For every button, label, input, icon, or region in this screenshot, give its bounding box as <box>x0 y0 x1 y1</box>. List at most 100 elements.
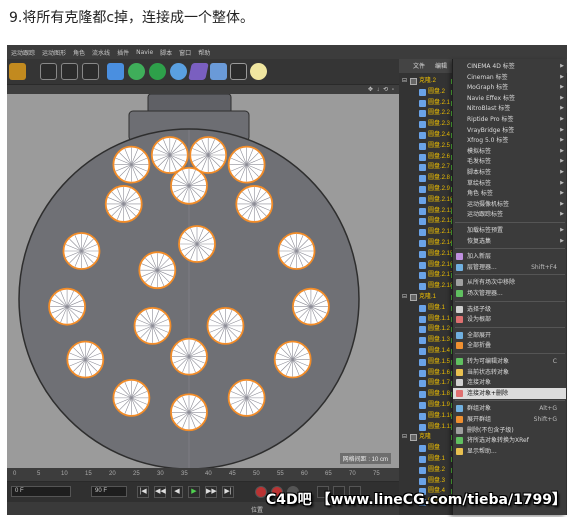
collapse-icon[interactable]: ⊟ <box>402 433 407 442</box>
context-menu-item[interactable]: Xfrog 5.0 标签 ▶ <box>453 135 566 146</box>
object-row-disc[interactable]: 圆盘.2.12 <box>399 217 459 226</box>
clone-disc[interactable] <box>112 145 151 184</box>
clone-disc[interactable] <box>292 287 330 326</box>
object-row-disc[interactable]: 圆盘.2.13 <box>399 228 459 237</box>
context-menu-item[interactable]: 选择子级 <box>453 304 566 315</box>
clone-disc[interactable] <box>189 136 228 174</box>
context-menu-item[interactable]: 将所选对象转换为XRef <box>453 435 566 446</box>
clone-disc[interactable] <box>66 340 105 379</box>
context-menu-item[interactable]: CINEMA 4D 标签 ▶ <box>453 61 566 72</box>
object-row-disc[interactable]: 圆盘.1.5 <box>399 358 459 367</box>
menu-item[interactable]: 流水线 <box>92 48 110 57</box>
object-row-disc[interactable]: 圆盘.1.7 <box>399 379 459 388</box>
context-menu-item[interactable]: 恢复选集 ▶ <box>453 236 566 247</box>
cube-icon[interactable] <box>107 63 124 80</box>
transport-button[interactable]: |◀ <box>137 486 149 498</box>
object-row-disc[interactable]: 圆盘.2.4 <box>399 131 459 140</box>
tab-file[interactable]: 文件 <box>413 61 425 70</box>
clone-disc[interactable] <box>104 185 143 223</box>
film-icon[interactable] <box>40 63 57 80</box>
context-menu-item[interactable]: 层管理器... Shift+F4 <box>453 262 566 273</box>
object-row-disc[interactable]: 圆盘.1.1 <box>399 315 459 324</box>
menu-item[interactable]: 脚本 <box>160 48 172 57</box>
clone-disc[interactable] <box>235 185 274 223</box>
context-menu-item[interactable]: 角色 标签 ▶ <box>453 188 566 199</box>
clone-disc[interactable] <box>170 166 208 205</box>
collapse-icon[interactable]: ⊟ <box>402 293 407 302</box>
clone-disc[interactable] <box>112 378 151 417</box>
object-row-disc[interactable]: 圆盘.1.6 <box>399 369 459 378</box>
object-row-disc[interactable]: 圆盘.1.10 <box>399 412 459 421</box>
context-menu-item[interactable]: 删除(不包含子级) <box>453 425 566 436</box>
object-row-disc[interactable]: 圆盘.1.2 <box>399 325 459 334</box>
menu-item-connect-delete[interactable]: 连接对象+删除 <box>453 387 566 399</box>
menu-item[interactable]: 帮助 <box>198 48 210 57</box>
light-icon[interactable] <box>250 63 267 80</box>
clone-disc[interactable] <box>277 232 316 270</box>
context-menu-item[interactable]: 加载标签预置 ▶ <box>453 225 566 236</box>
object-row-disc[interactable]: 圆盘.2.3 <box>399 120 459 129</box>
clone-disc[interactable] <box>62 232 101 270</box>
collapse-icon[interactable]: ⊟ <box>402 77 407 86</box>
context-menu-item[interactable]: 模拟标签 ▶ <box>453 146 566 157</box>
transport-button[interactable]: ▶| <box>222 486 234 498</box>
context-menu-item[interactable]: 运动摄像机标签 ▶ <box>453 199 566 210</box>
object-row-cloner[interactable]: ⊟ 克隆.2 <box>399 77 459 86</box>
context-menu-item[interactable]: 加入新层 <box>453 251 566 262</box>
object-row-disc[interactable]: 圆盘.2.5 <box>399 142 459 151</box>
context-menu-item[interactable]: Navie Effex 标签 ▶ <box>453 93 566 104</box>
menu-item[interactable]: 运动图形 <box>42 48 66 57</box>
context-menu-item[interactable]: MoGraph 标签 ▶ <box>453 82 566 93</box>
film-settings-icon[interactable] <box>82 63 99 80</box>
clone-disc[interactable] <box>227 145 266 184</box>
menu-item[interactable]: 角色 <box>73 48 85 57</box>
clone-disc[interactable] <box>138 251 177 290</box>
menu-item[interactable]: Navie <box>136 49 153 56</box>
menu-item[interactable]: 运动跟踪 <box>11 48 35 57</box>
object-row-disc[interactable]: 圆盘.2.14 <box>399 239 459 248</box>
context-menu-item[interactable]: 草绘标签 ▶ <box>453 178 566 189</box>
object-row-disc[interactable]: 圆盘 <box>399 444 459 453</box>
context-menu-item[interactable]: 全部展开 <box>453 330 566 341</box>
undo-icon[interactable] <box>9 63 26 80</box>
object-row-cloner[interactable]: ⊟ 克隆 <box>399 433 459 442</box>
object-row-disc[interactable]: 圆盘.2.15 <box>399 250 459 259</box>
clone-disc[interactable] <box>170 337 208 376</box>
object-row-disc[interactable]: 圆盘.1.11 <box>399 423 459 432</box>
context-menu-item[interactable]: 展开群组 Shift+G <box>453 414 566 425</box>
context-menu-item[interactable]: 毛发标签 ▶ <box>453 156 566 167</box>
scene-render[interactable] <box>7 94 399 468</box>
context-menu-item[interactable]: VrayBridge 标签 ▶ <box>453 125 566 136</box>
context-menu-item[interactable]: 全部折叠 <box>453 340 566 351</box>
context-menu-item[interactable]: 连接对象 <box>453 377 566 388</box>
object-row-disc[interactable]: 圆盘.2.6 <box>399 153 459 162</box>
clone-disc[interactable] <box>227 378 266 417</box>
object-row-disc[interactable]: 圆盘.1 <box>399 304 459 313</box>
start-frame-field[interactable]: 0 F <box>11 486 71 497</box>
generator-icon[interactable] <box>170 63 187 80</box>
menu-item[interactable]: 窗口 <box>179 48 191 57</box>
context-menu-item[interactable]: Cineman 标签 ▶ <box>453 72 566 83</box>
clone-disc[interactable] <box>133 306 172 345</box>
end-frame-field[interactable]: 90 F <box>91 486 127 497</box>
deformer-icon[interactable] <box>188 63 209 80</box>
object-row-disc[interactable]: 圆盘.1.4 <box>399 347 459 356</box>
context-menu-item[interactable]: 显示帮助... <box>453 446 566 457</box>
object-row-disc[interactable]: 圆盘.1.8 <box>399 390 459 399</box>
clone-disc[interactable] <box>150 136 189 174</box>
object-row-disc[interactable]: 圆盘.2.7 <box>399 163 459 172</box>
object-row-disc[interactable]: 圆盘.2.1 <box>399 99 459 108</box>
nurbs-icon[interactable] <box>149 63 166 80</box>
transport-button[interactable]: ◀ <box>171 486 183 498</box>
object-row-disc[interactable]: 圆盘.2.17 <box>399 271 459 280</box>
object-row-disc[interactable]: 圆盘.1.3 <box>399 336 459 345</box>
object-row-disc[interactable]: 圆盘.2.18 <box>399 282 459 291</box>
context-menu-item[interactable]: 设为根部 <box>453 314 566 325</box>
object-row-cloner[interactable]: ⊟ 克隆.1 <box>399 293 459 302</box>
object-row-disc[interactable]: 圆盘.2.10 <box>399 196 459 205</box>
transport-button[interactable]: ▶▶ <box>205 486 217 498</box>
object-row-disc[interactable]: 圆盘.2 <box>399 88 459 97</box>
context-menu-item[interactable]: 群组对象 Alt+G <box>453 403 566 414</box>
context-menu-item[interactable]: 脚本标签 ▶ <box>453 167 566 178</box>
viewport-nav-icons[interactable]: ✥ ↓ ⟲ ▫ <box>368 86 395 93</box>
